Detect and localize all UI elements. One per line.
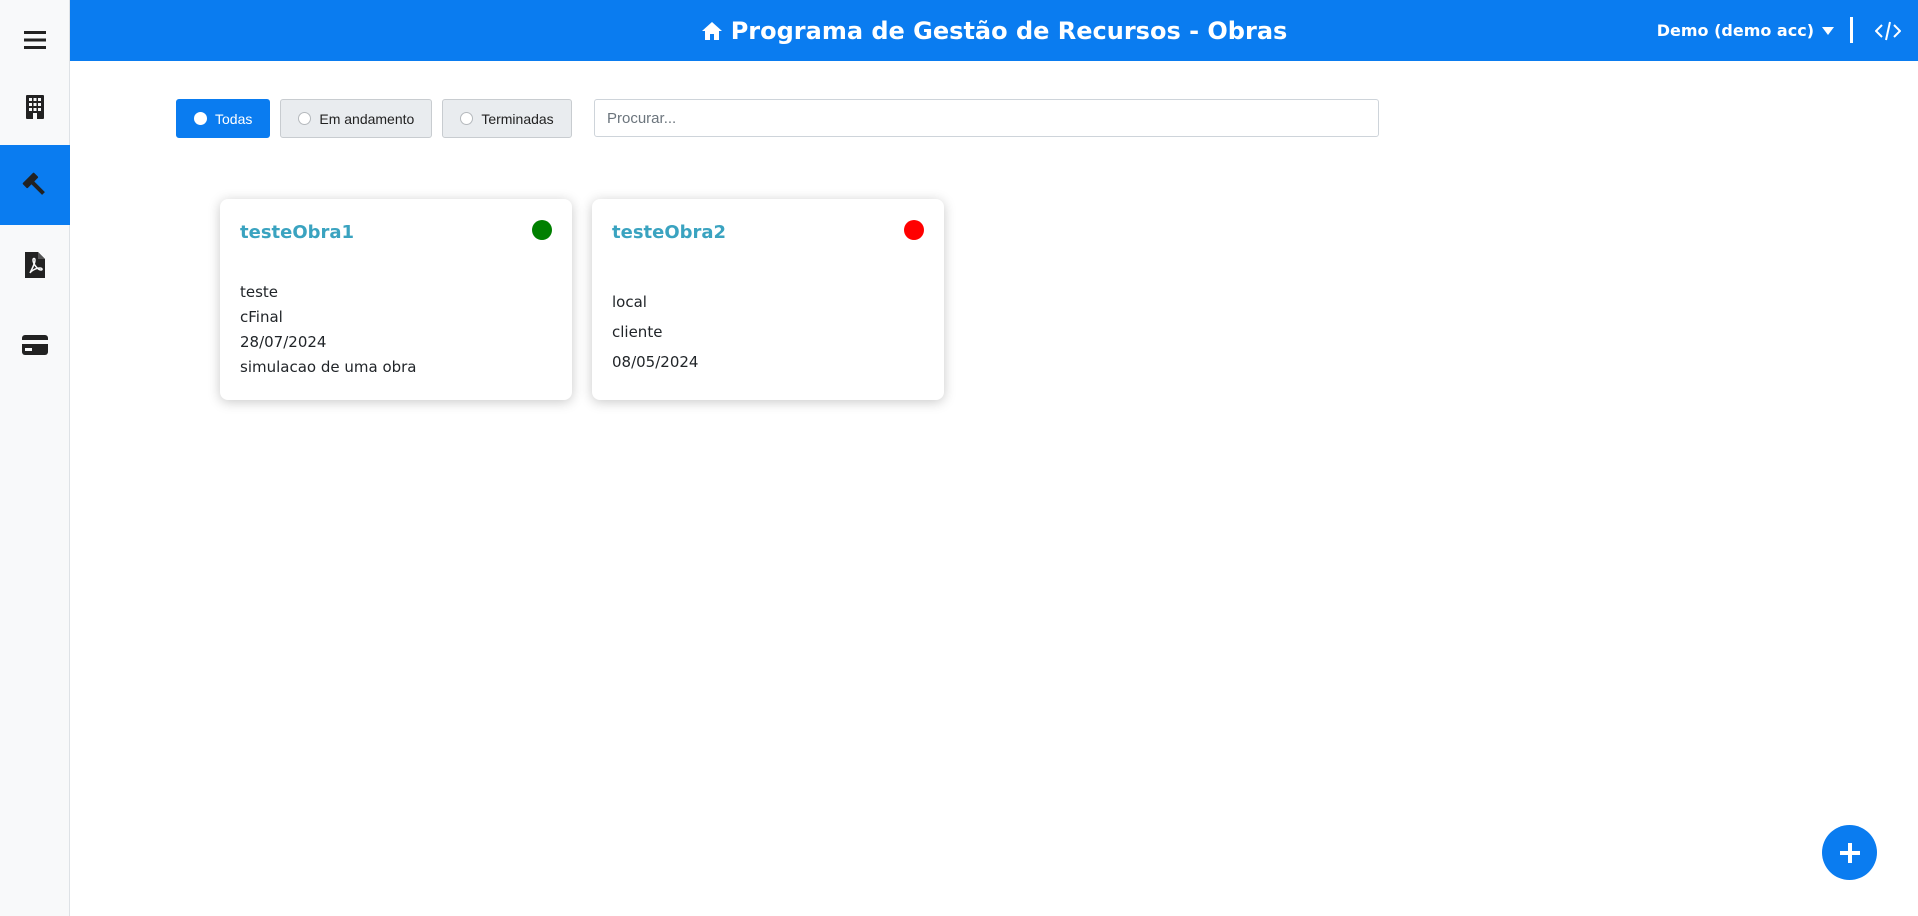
- plus-icon: [1839, 842, 1860, 863]
- radio-icon: [460, 112, 474, 125]
- filter-em-andamento[interactable]: Em andamento: [280, 99, 433, 138]
- caret-down-icon: [1822, 26, 1834, 35]
- page-title-container: Programa de Gestão de Recursos - Obras: [70, 0, 1918, 61]
- card-title: testeObra2: [612, 222, 727, 243]
- building-icon: [26, 95, 44, 119]
- hammer-icon: [22, 172, 45, 195]
- filter-label: Todas: [215, 110, 253, 127]
- user-menu-dropdown[interactable]: Demo (demo acc): [1657, 0, 1834, 61]
- sidebar-item-buildings[interactable]: [0, 67, 70, 147]
- card-title: testeObra1: [240, 222, 355, 243]
- obra-card[interactable]: testeObra2 local cliente 08/05/2024: [592, 199, 944, 400]
- status-dot: [904, 220, 924, 240]
- page-title: Programa de Gestão de Recursos - Obras: [730, 16, 1288, 45]
- card-line: teste: [240, 283, 279, 301]
- filter-label: Em andamento: [319, 110, 415, 127]
- hamburger-icon: [24, 31, 46, 49]
- radio-icon: [298, 112, 312, 125]
- card-line: cliente: [612, 323, 663, 341]
- top-bar: Programa de Gestão de Recursos - Obras D…: [70, 0, 1918, 61]
- card-line: local: [612, 293, 647, 311]
- card-line: cFinal: [240, 308, 283, 326]
- obra-card[interactable]: testeObra1 teste cFinal 28/07/2024 simul…: [220, 199, 572, 400]
- status-filter-group: Todas Em andamento Terminadas: [176, 99, 572, 138]
- filter-terminadas[interactable]: Terminadas: [442, 99, 572, 138]
- card-line: 28/07/2024: [240, 333, 327, 351]
- header-divider: [1850, 17, 1853, 43]
- add-obra-button[interactable]: [1822, 825, 1877, 880]
- sidebar-item-pdf[interactable]: [0, 225, 70, 305]
- radio-icon: [194, 112, 207, 125]
- credit-card-icon: [22, 335, 48, 355]
- card-line: simulacao de uma obra: [240, 358, 417, 376]
- sidebar: [0, 0, 70, 916]
- filter-label: Terminadas: [481, 110, 554, 127]
- sidebar-item-payments[interactable]: [0, 305, 70, 385]
- home-icon[interactable]: [701, 21, 723, 41]
- card-line: 08/05/2024: [612, 353, 699, 371]
- user-label: Demo (demo acc): [1656, 21, 1814, 40]
- search-input[interactable]: [594, 99, 1379, 137]
- status-dot: [532, 220, 552, 240]
- filter-todas[interactable]: Todas: [176, 99, 271, 138]
- pdf-icon: [25, 252, 45, 278]
- sidebar-item-works[interactable]: [0, 145, 70, 225]
- code-icon: [1875, 21, 1901, 41]
- code-button[interactable]: [1870, 14, 1906, 48]
